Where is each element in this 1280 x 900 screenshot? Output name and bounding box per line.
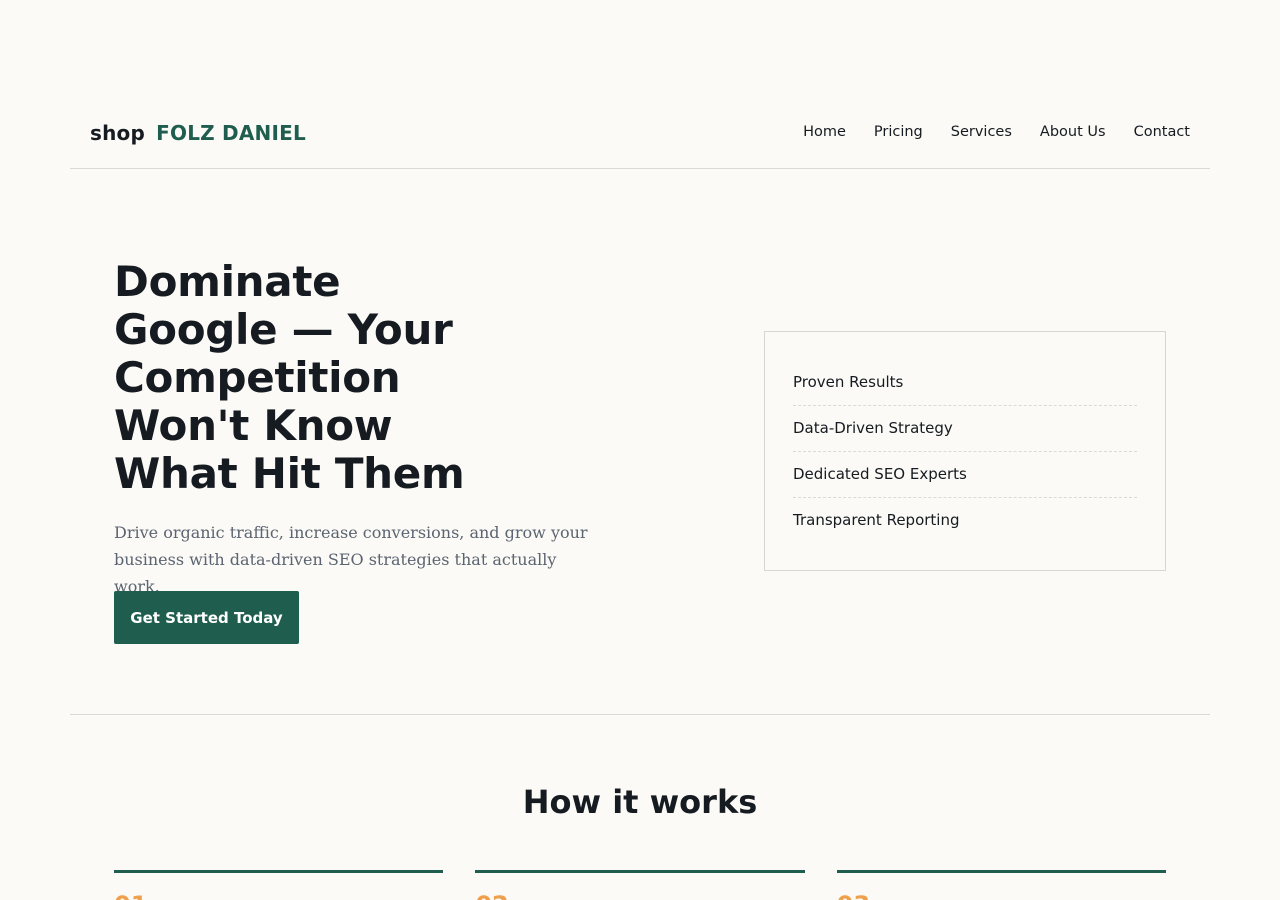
feature-item: Data-Driven Strategy [793, 406, 1137, 452]
nav-item-pricing[interactable]: Pricing [874, 124, 923, 140]
logo-name: FOLZ DANIEL [156, 121, 306, 145]
get-started-button[interactable]: Get Started Today [114, 591, 299, 644]
feature-item: Proven Results [793, 360, 1137, 406]
hero-title: Dominate Google — Your Competition Won't… [114, 257, 465, 498]
features-box: Proven Results Data-Driven Strategy Dedi… [764, 331, 1166, 571]
step-card: 02 [475, 870, 805, 900]
step-number: 03 [837, 891, 870, 900]
nav-item-contact[interactable]: Contact [1134, 124, 1190, 140]
steps-row: 01 02 03 [114, 870, 1166, 900]
step-number: 02 [475, 891, 508, 900]
feature-item: Transparent Reporting [793, 511, 960, 529]
page: shop FOLZ DANIEL Home Pricing Services A… [0, 0, 1280, 900]
nav-item-about-us[interactable]: About Us [1040, 124, 1106, 140]
site-logo[interactable]: shop FOLZ DANIEL [90, 121, 306, 145]
section-divider [70, 714, 1210, 715]
hero-subtitle: Drive organic traffic, increase conversi… [114, 523, 588, 596]
how-it-works-title: How it works [522, 783, 758, 821]
nav-item-services[interactable]: Services [951, 124, 1012, 140]
site-header: shop FOLZ DANIEL Home Pricing Services A… [70, 100, 1210, 169]
logo-prefix: shop [90, 121, 145, 145]
step-card: 03 [836, 870, 1166, 900]
step-number: 01 [114, 891, 147, 900]
nav-item-home[interactable]: Home [803, 124, 846, 140]
step-card: 01 [114, 870, 444, 900]
feature-item: Dedicated SEO Experts [793, 452, 1137, 498]
main-nav: Home Pricing Services About Us Contact [803, 124, 1190, 140]
